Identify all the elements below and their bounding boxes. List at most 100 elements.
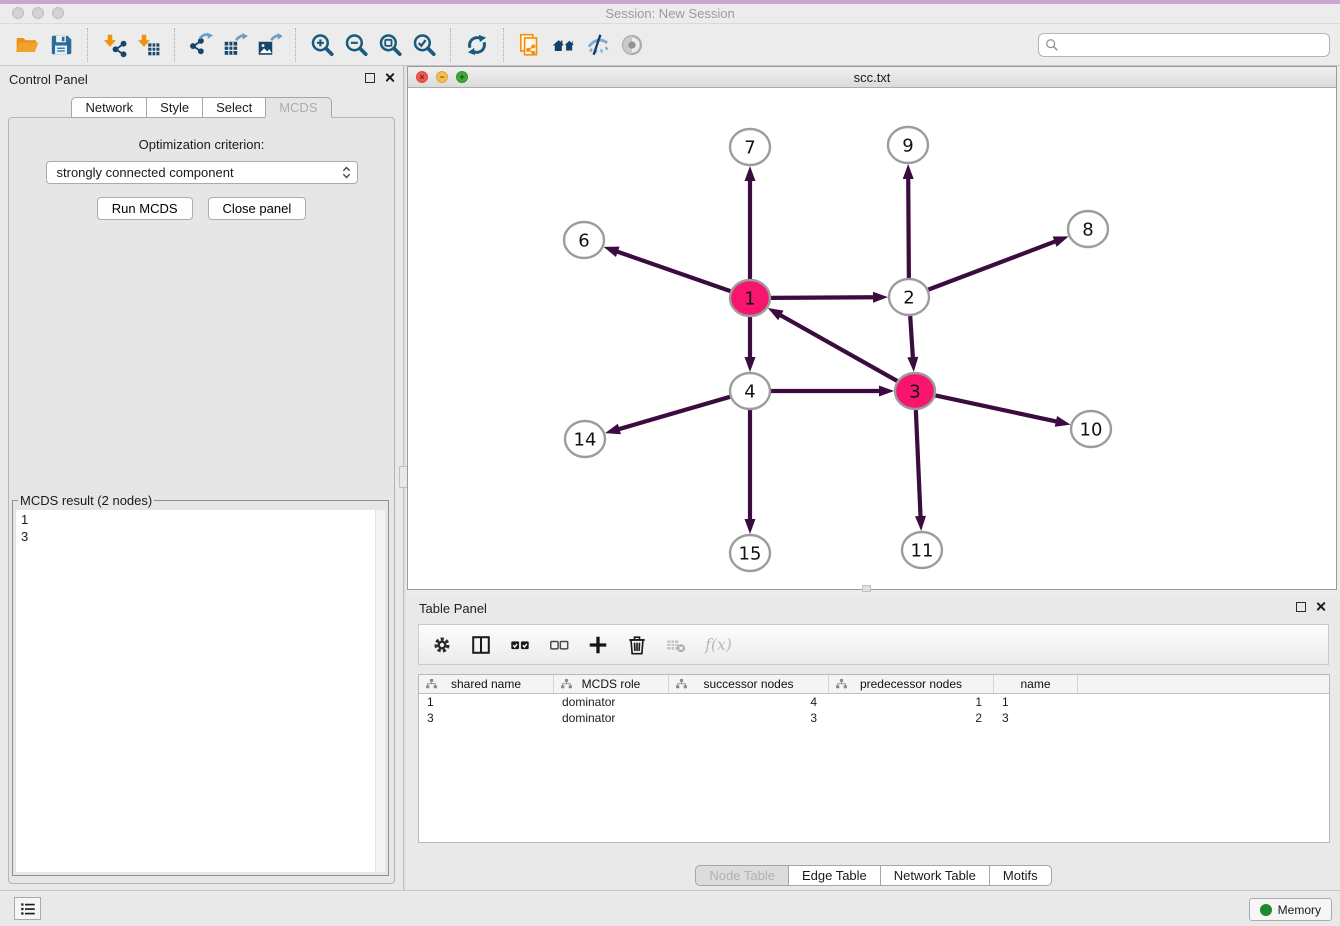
hide-selected-icon <box>585 32 611 58</box>
toolbar-separator <box>503 28 504 62</box>
column-header-shared-name[interactable]: shared name <box>419 675 554 693</box>
graph-node-10[interactable]: 10 <box>1071 411 1111 447</box>
table-cell[interactable]: 1 <box>994 694 1078 710</box>
table-cell[interactable]: 4 <box>669 694 829 710</box>
search-field[interactable] <box>1038 33 1330 57</box>
svg-text:1: 1 <box>744 288 755 309</box>
table-cell[interactable]: dominator <box>554 694 669 710</box>
result-scrollbar[interactable] <box>375 510 385 872</box>
close-panel-button[interactable]: Close panel <box>208 197 307 220</box>
search-input[interactable] <box>1063 38 1323 52</box>
maximize-network-icon[interactable]: + <box>456 71 468 83</box>
tab-style[interactable]: Style <box>146 97 203 118</box>
export-image-button[interactable] <box>252 28 286 62</box>
column-header-predecessor-nodes[interactable]: predecessor nodes <box>829 675 994 693</box>
graph-node-4[interactable]: 4 <box>730 373 770 409</box>
graph-node-7[interactable]: 7 <box>730 129 770 165</box>
horizontal-splitter-grip[interactable] <box>862 585 871 592</box>
column-header-MCDS-role[interactable]: MCDS role <box>554 675 669 693</box>
hide-selected-button[interactable] <box>581 28 615 62</box>
table-row[interactable]: 3dominator323 <box>419 710 1329 726</box>
graph-node-8[interactable]: 8 <box>1068 211 1108 247</box>
table-tabs: Node TableEdge TableNetwork TableMotifs <box>407 865 1340 886</box>
column-header-successor-nodes[interactable]: successor nodes <box>669 675 829 693</box>
export-network-button[interactable] <box>184 28 218 62</box>
show-all-button[interactable] <box>615 28 649 62</box>
minimize-network-icon[interactable]: − <box>436 71 448 83</box>
table-panel: Table Panel f(x) shared nameMCDS rolesuc… <box>407 595 1340 890</box>
float-panel-icon[interactable] <box>365 73 375 83</box>
graph-node-3[interactable]: 3 <box>895 373 935 409</box>
zoom-fit-button[interactable] <box>373 28 407 62</box>
show-columns-button[interactable] <box>470 634 492 656</box>
tab-node-table[interactable]: Node Table <box>695 865 789 886</box>
run-mcds-button[interactable]: Run MCDS <box>97 197 193 220</box>
zoom-in-button[interactable] <box>305 28 339 62</box>
apply-layout-button[interactable] <box>513 28 547 62</box>
export-table-button[interactable] <box>218 28 252 62</box>
toolbar-separator <box>450 28 451 62</box>
import-table-button[interactable] <box>131 28 165 62</box>
save-session-button[interactable] <box>44 28 78 62</box>
graph-node-9[interactable]: 9 <box>888 127 928 163</box>
network-canvas[interactable]: 1 2 3 4 6 7 8 9 10 11 14 15 <box>408 89 1336 589</box>
close-table-panel-icon[interactable] <box>1315 601 1326 612</box>
refresh-button[interactable] <box>460 28 494 62</box>
close-panel-icon[interactable] <box>384 72 395 83</box>
graph-node-14[interactable]: 14 <box>565 421 605 457</box>
network-graph: 1 2 3 4 6 7 8 9 10 11 14 15 <box>408 89 1336 590</box>
save-session-icon <box>48 32 74 58</box>
table-cell[interactable]: 3 <box>669 710 829 726</box>
graph-node-2[interactable]: 2 <box>889 279 929 315</box>
criterion-value: strongly connected component <box>57 165 342 180</box>
zoom-out-button[interactable] <box>339 28 373 62</box>
table-cell[interactable]: 2 <box>829 710 994 726</box>
table-row[interactable]: 1dominator411 <box>419 694 1329 710</box>
deselect-all-button[interactable] <box>548 634 570 656</box>
select-all-button[interactable] <box>509 634 531 656</box>
svg-text:3: 3 <box>909 381 920 402</box>
tab-edge-table[interactable]: Edge Table <box>788 865 881 886</box>
tab-mcds[interactable]: MCDS <box>265 97 331 118</box>
window-titlebar[interactable]: Session: New Session <box>0 4 1340 23</box>
import-network-button[interactable] <box>97 28 131 62</box>
tab-network-table[interactable]: Network Table <box>880 865 990 886</box>
column-header-name[interactable]: name <box>994 675 1078 693</box>
edge-3-11 <box>916 410 921 518</box>
tab-select[interactable]: Select <box>202 97 266 118</box>
table-settings-button[interactable] <box>431 634 453 656</box>
task-history-button[interactable] <box>14 897 41 920</box>
add-column-button[interactable] <box>587 634 609 656</box>
maximize-window-icon[interactable] <box>52 7 64 19</box>
close-network-icon[interactable]: × <box>416 71 428 83</box>
zoom-selected-button[interactable] <box>407 28 441 62</box>
table-cell[interactable]: dominator <box>554 710 669 726</box>
table-cell[interactable]: 3 <box>419 710 554 726</box>
window-controls <box>12 7 64 19</box>
svg-text:f(x): f(x) <box>704 636 732 654</box>
memory-label: Memory <box>1278 903 1321 917</box>
graph-node-15[interactable]: 15 <box>730 535 770 571</box>
mcds-panel: Optimization criterion: strongly connect… <box>8 117 395 884</box>
memory-button[interactable]: Memory <box>1249 898 1332 921</box>
table-cell[interactable]: 1 <box>829 694 994 710</box>
tab-network[interactable]: Network <box>71 97 147 118</box>
mcds-result-title: MCDS result (2 nodes) <box>18 493 154 508</box>
open-file-button[interactable] <box>10 28 44 62</box>
delete-column-icon <box>626 634 648 656</box>
close-window-icon[interactable] <box>12 7 24 19</box>
delete-column-button[interactable] <box>626 634 648 656</box>
minimize-window-icon[interactable] <box>32 7 44 19</box>
tab-motifs[interactable]: Motifs <box>989 865 1052 886</box>
graph-node-11[interactable]: 11 <box>902 532 942 568</box>
criterion-select[interactable]: strongly connected component <box>46 161 358 184</box>
network-window-titlebar[interactable]: × − + scc.txt <box>408 67 1336 88</box>
graph-node-6[interactable]: 6 <box>564 222 604 258</box>
table-cell[interactable]: 3 <box>994 710 1078 726</box>
float-table-panel-icon[interactable] <box>1296 602 1306 612</box>
edge-arrow-4-3 <box>879 386 894 397</box>
graph-node-1[interactable]: 1 <box>730 280 770 316</box>
column-tree-icon <box>561 679 572 689</box>
first-neighbors-button[interactable] <box>547 28 581 62</box>
table-cell[interactable]: 1 <box>419 694 554 710</box>
